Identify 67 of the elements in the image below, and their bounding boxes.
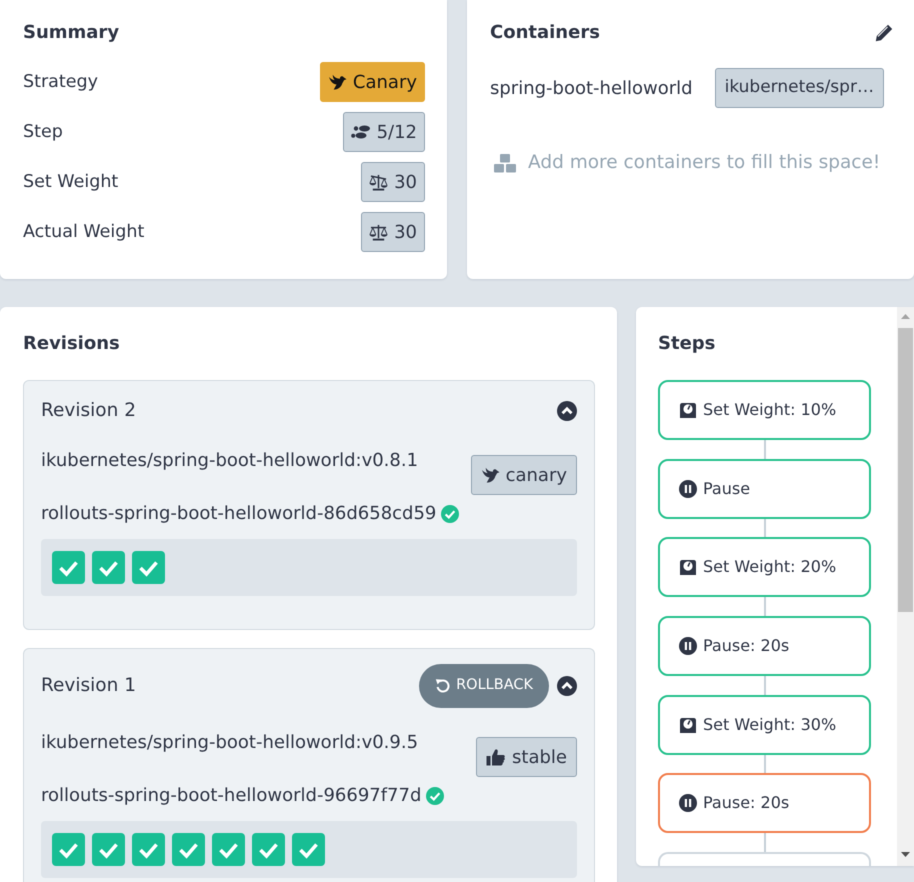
badge-label: stable	[512, 746, 567, 770]
weight-scale-icon	[679, 558, 697, 576]
pod-check-icon[interactable]	[292, 833, 325, 866]
step-label: Pause	[703, 478, 750, 500]
footprints-icon	[350, 124, 371, 140]
step-label: Set Weight: 10%	[703, 399, 836, 421]
image-name: ikubernetes/spring-boot-helloworld:v0.9.5	[41, 731, 420, 755]
pod-check-icon[interactable]	[52, 833, 85, 866]
empty-hint: Add more containers to fill this space!	[528, 151, 880, 175]
pod-check-icon[interactable]	[172, 833, 205, 866]
pod-check-icon[interactable]	[52, 551, 85, 584]
pause-icon	[679, 794, 697, 812]
field-label: Strategy	[23, 70, 98, 94]
field-label: Step	[23, 120, 63, 144]
scroll-down-icon[interactable]	[901, 852, 910, 857]
bird-icon	[480, 466, 500, 484]
connector-line	[764, 754, 766, 774]
bird-icon	[328, 74, 347, 90]
scrollbar-thumb[interactable]	[898, 328, 913, 612]
field-value: 5/12	[376, 120, 417, 144]
pod-check-icon[interactable]	[212, 833, 245, 866]
container-name: spring-boot-helloworld	[490, 76, 693, 100]
field-value: Canary	[352, 70, 417, 94]
connector-line	[764, 597, 766, 616]
badge-label: canary	[506, 464, 567, 488]
step-label: Pause: 20s	[703, 635, 790, 658]
pause-icon	[679, 637, 697, 656]
card-title: Steps	[658, 332, 716, 356]
pod-check-icon[interactable]	[132, 833, 165, 866]
card-title: Summary	[23, 21, 120, 45]
connector-line	[764, 440, 766, 459]
boxes-icon	[494, 152, 516, 173]
card-title: Containers	[490, 21, 600, 45]
connector-line	[764, 518, 766, 538]
field-value: 30	[394, 220, 417, 244]
scale-icon	[369, 174, 388, 190]
scrollbar[interactable]	[897, 307, 914, 866]
rollback-button[interactable]: ROLLBACK	[419, 664, 549, 708]
pod-check-icon[interactable]	[252, 833, 285, 866]
field-label: Set Weight	[23, 170, 118, 194]
weight-scale-icon	[679, 716, 697, 734]
scroll-up-icon[interactable]	[901, 314, 910, 319]
field-label: Actual Weight	[23, 220, 144, 244]
chevron-up-icon[interactable]	[557, 401, 577, 421]
scale-icon	[369, 224, 388, 240]
connector-line	[764, 833, 766, 852]
pod-check-icon[interactable]	[92, 551, 125, 584]
chevron-up-icon[interactable]	[557, 676, 577, 696]
replicaset-name: rollouts-spring-boot-helloworld-86d658cd59	[41, 502, 436, 526]
revision-title: Revision 2	[41, 399, 136, 423]
undo-icon	[435, 678, 452, 694]
step-label: Pause: 20s	[703, 792, 790, 814]
pod-check-icon[interactable]	[92, 833, 125, 866]
step-label: Set Weight: 20%	[703, 556, 836, 578]
field-value: 30	[394, 170, 417, 194]
replicaset-name: rollouts-spring-boot-helloworld-96697f77d	[41, 784, 422, 808]
thumbs-up-icon	[486, 748, 506, 766]
weight-scale-icon	[679, 401, 697, 419]
pencil-icon[interactable]	[875, 24, 893, 42]
image-tag: ikubernetes/spr…	[714, 68, 884, 108]
pause-icon	[679, 480, 697, 498]
revision-title: Revision 1	[41, 674, 136, 698]
image-name: ikubernetes/spring-boot-helloworld:v0.8.1	[41, 449, 420, 473]
connector-line	[764, 676, 766, 695]
card-title: Revisions	[23, 332, 121, 356]
pod-check-icon[interactable]	[132, 551, 165, 584]
step-label: Set Weight: 30%	[703, 714, 836, 736]
